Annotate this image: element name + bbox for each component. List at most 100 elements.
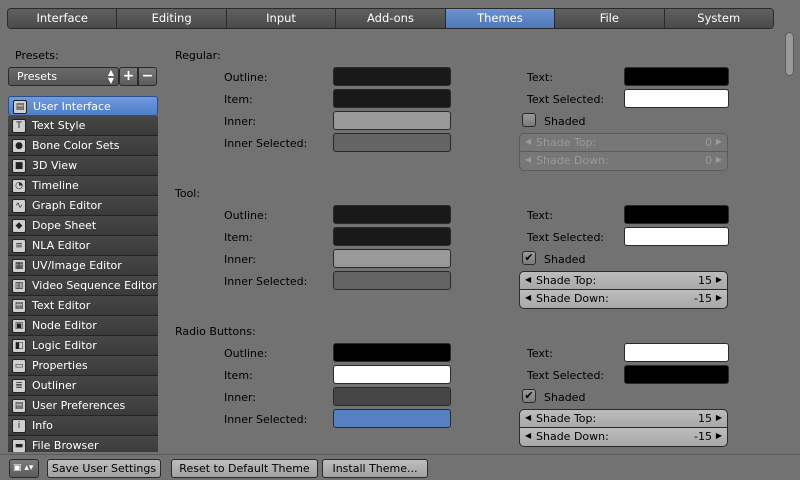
tool-text-selected-color[interactable]: [624, 227, 729, 246]
install-theme-button[interactable]: Install Theme...: [322, 459, 428, 478]
sidebar-item-uv-image-editor[interactable]: ▦ UV/Image Editor: [8, 256, 158, 276]
tool-item-color[interactable]: [333, 227, 451, 246]
regular-inner-selected-color[interactable]: [333, 133, 451, 152]
regular-inner-color[interactable]: [333, 111, 451, 130]
regular-outline-color[interactable]: [333, 67, 451, 86]
editor-type-switch[interactable]: ▣ ▴▾: [9, 459, 39, 478]
radio-buttons-inner-label: Inner:: [224, 391, 256, 404]
presets-dropdown[interactable]: Presets ▲ ▼: [8, 67, 119, 86]
tab-system[interactable]: System: [664, 9, 773, 28]
tool-shade-down-stepper[interactable]: ◀ Shade Down: -15 ▶: [519, 290, 728, 309]
decrement-arrow-icon[interactable]: ◀: [525, 413, 531, 422]
increment-arrow-icon[interactable]: ▶: [716, 293, 722, 302]
radio-buttons-inner-color[interactable]: [333, 387, 451, 406]
regular-inner-selected-label: Inner Selected:: [224, 137, 308, 150]
sidebar-item-label: Bone Color Sets: [32, 139, 120, 152]
sidebar-item-dope-sheet[interactable]: ◆ Dope Sheet: [8, 216, 158, 236]
sidebar-item-label: Dope Sheet: [32, 219, 97, 232]
tool-shade-top-stepper[interactable]: ◀ Shade Top: 15 ▶: [519, 271, 728, 290]
sidebar-item-user-interface[interactable]: ▤ User Interface: [8, 96, 158, 116]
save-user-settings-button[interactable]: Save User Settings: [47, 459, 161, 478]
radio-buttons-item-color[interactable]: [333, 365, 451, 384]
radio-buttons-shade-down-stepper[interactable]: ◀ Shade Down: -15 ▶: [519, 428, 728, 447]
add-preset-button[interactable]: +: [119, 67, 138, 86]
regular-shade-top-stepper[interactable]: ◀ Shade Top: 0 ▶: [519, 133, 728, 152]
sidebar-item-graph-editor[interactable]: ∿ Graph Editor: [8, 196, 158, 216]
shade-down-label: Shade Down:: [536, 154, 609, 167]
decrement-arrow-icon[interactable]: ◀: [525, 293, 531, 302]
sidebar-item-text-style[interactable]: T Text Style: [8, 116, 158, 136]
radio-buttons-text-color[interactable]: [624, 343, 729, 362]
tool-inner-selected-color[interactable]: [333, 271, 451, 290]
regular-item-color[interactable]: [333, 89, 451, 108]
sidebar-item-outliner[interactable]: ≣ Outliner: [8, 376, 158, 396]
regular-text-color[interactable]: [624, 67, 729, 86]
sidebar-item-text-editor[interactable]: ▤ Text Editor: [8, 296, 158, 316]
tool-inner-selected-label: Inner Selected:: [224, 275, 308, 288]
increment-arrow-icon[interactable]: ▶: [716, 413, 722, 422]
sidebar-item-user-preferences[interactable]: ▤ User Preferences: [8, 396, 158, 416]
sidebar-item-video-sequence-editor[interactable]: ▥ Video Sequence Editor: [8, 276, 158, 296]
sidebar-item-bone-color-sets[interactable]: ● Bone Color Sets: [8, 136, 158, 156]
shade-top-label: Shade Top:: [536, 412, 597, 425]
tool-shaded-label: Shaded: [544, 253, 586, 266]
tool-inner-color[interactable]: [333, 249, 451, 268]
radio-buttons-shade-top-stepper[interactable]: ◀ Shade Top: 15 ▶: [519, 409, 728, 428]
sidebar-item-logic-editor[interactable]: ◧ Logic Editor: [8, 336, 158, 356]
info-icon: i: [12, 419, 26, 433]
text-editor-icon: ▤: [12, 299, 26, 313]
tab-addons[interactable]: Add-ons: [336, 9, 446, 28]
sidebar-item-label: Text Style: [32, 119, 86, 132]
shade-top-value: 15: [698, 412, 712, 425]
sidebar-item-timeline[interactable]: ◔ Timeline: [8, 176, 158, 196]
sidebar-item-node-editor[interactable]: ▣ Node Editor: [8, 316, 158, 336]
reset-default-theme-button[interactable]: Reset to Default Theme: [171, 459, 318, 478]
tab-file[interactable]: File: [555, 9, 665, 28]
tab-themes[interactable]: Themes: [445, 9, 556, 28]
sidebar-item-file-browser[interactable]: ▬ File Browser: [8, 436, 158, 452]
radio-buttons-text-selected-color[interactable]: [624, 365, 729, 384]
tool-shaded-checkbox[interactable]: ✔: [522, 251, 536, 265]
shade-down-label: Shade Down:: [536, 430, 609, 443]
sidebar-item-properties[interactable]: ▭ Properties: [8, 356, 158, 376]
sidebar-item-label: Video Sequence Editor: [32, 279, 157, 292]
sidebar-item-info[interactable]: i Info: [8, 416, 158, 436]
increment-arrow-icon[interactable]: ▶: [716, 137, 722, 146]
increment-arrow-icon[interactable]: ▶: [716, 275, 722, 284]
regular-shade-down-stepper[interactable]: ◀ Shade Down: 0 ▶: [519, 152, 728, 171]
tab-editing[interactable]: Editing: [117, 9, 227, 28]
shade-down-label: Shade Down:: [536, 292, 609, 305]
sidebar-item-label: Timeline: [32, 179, 79, 192]
sidebar-item-label: File Browser: [32, 439, 99, 452]
sidebar-item-label: Outliner: [32, 379, 77, 392]
radio-buttons-shaded-checkbox[interactable]: ✔: [522, 389, 536, 403]
radio-buttons-outline-color[interactable]: [333, 343, 451, 362]
sidebar-item-nla-editor[interactable]: ≡ NLA Editor: [8, 236, 158, 256]
tool-outline-color[interactable]: [333, 205, 451, 224]
scrollbar[interactable]: [783, 30, 796, 448]
scrollbar-thumb[interactable]: [785, 32, 794, 76]
decrement-arrow-icon[interactable]: ◀: [525, 431, 531, 440]
radio-buttons-item-label: Item:: [224, 369, 253, 382]
regular-text-selected-color[interactable]: [624, 89, 729, 108]
decrement-arrow-icon[interactable]: ◀: [525, 155, 531, 164]
presets-label: Presets:: [15, 49, 59, 62]
decrement-arrow-icon[interactable]: ◀: [525, 275, 531, 284]
video-sequence-editor-icon: ▥: [12, 279, 26, 293]
tab-interface[interactable]: Interface: [8, 9, 118, 28]
sidebar-item-label: 3D View: [32, 159, 78, 172]
nla-editor-icon: ≡: [12, 239, 26, 253]
remove-preset-button[interactable]: −: [138, 67, 157, 86]
tool-text-color[interactable]: [624, 205, 729, 224]
increment-arrow-icon[interactable]: ▶: [716, 431, 722, 440]
tab-input[interactable]: Input: [226, 9, 337, 28]
bone-color-sets-icon: ●: [12, 139, 26, 153]
radio-buttons-inner-selected-color[interactable]: [333, 409, 451, 428]
increment-arrow-icon[interactable]: ▶: [716, 155, 722, 164]
regular-shaded-checkbox[interactable]: [522, 113, 536, 127]
sidebar-item-label: Info: [32, 419, 53, 432]
radio-buttons-inner-selected-label: Inner Selected:: [224, 413, 308, 426]
sidebar-item-3d-view[interactable]: ■ 3D View: [8, 156, 158, 176]
radio-buttons-outline-label: Outline:: [224, 347, 268, 360]
decrement-arrow-icon[interactable]: ◀: [525, 137, 531, 146]
